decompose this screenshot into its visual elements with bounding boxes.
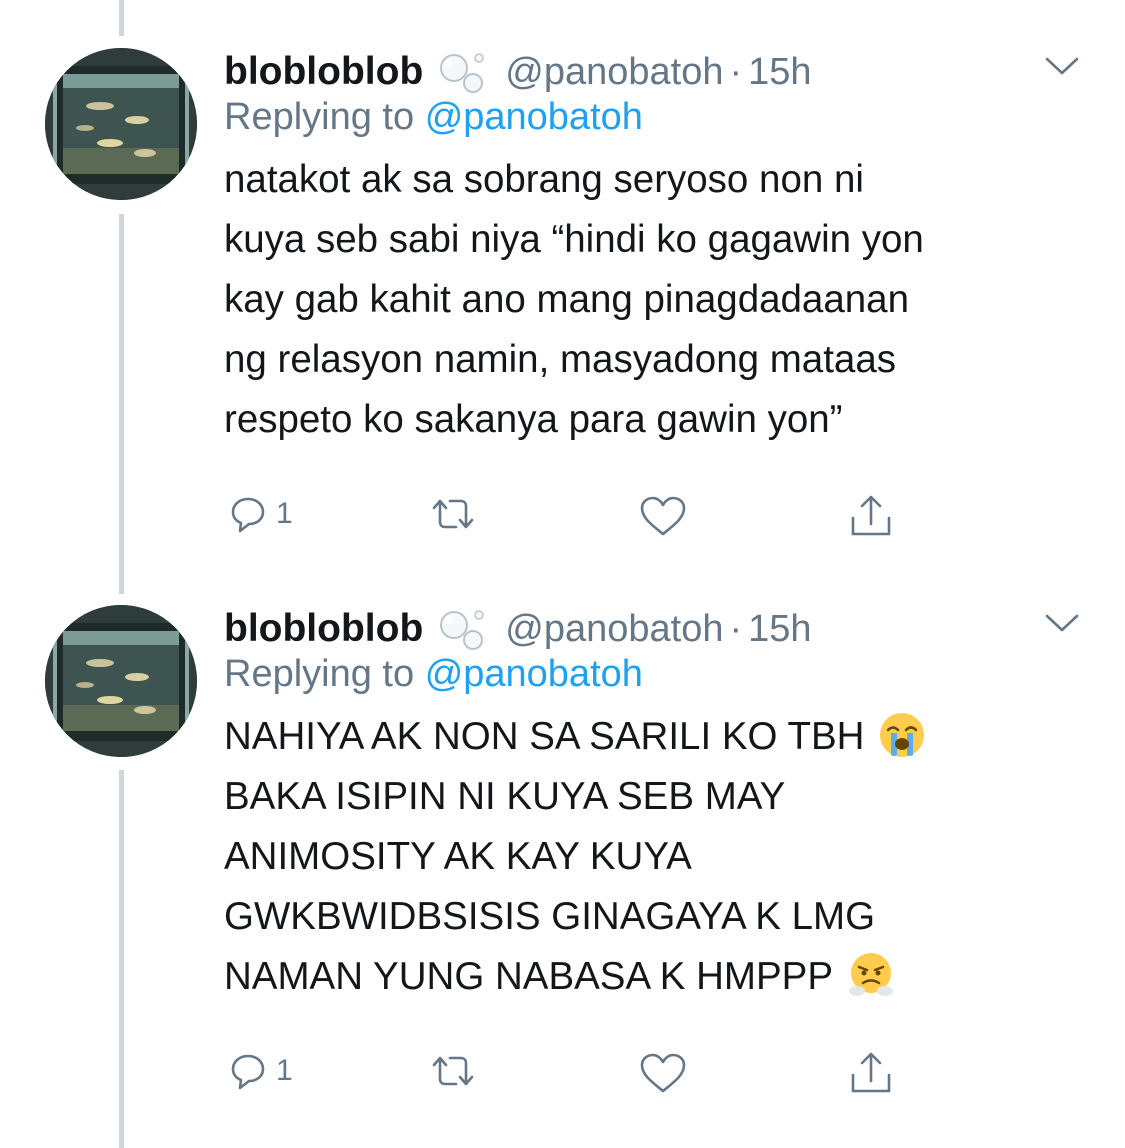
retweet-icon — [432, 1056, 474, 1086]
handle[interactable]: @panobatoh — [505, 51, 723, 94]
share-button[interactable] — [848, 494, 894, 538]
like-icon — [640, 496, 686, 536]
avatar[interactable] — [45, 605, 197, 757]
like-icon — [640, 1053, 686, 1093]
tweet-text: natakot ak sa sobrang seryoso non ni kuy… — [224, 150, 1084, 450]
timestamp[interactable]: 15h — [748, 51, 811, 94]
tweet-text: NAHIYA AK NON SA SARILI KO TBH BAKA ISIP… — [224, 707, 1084, 1007]
share-icon — [851, 1052, 891, 1093]
reply-count: 1 — [276, 497, 293, 530]
tweet-actions: 1 — [224, 1051, 924, 1101]
replying-to-label: Replying to — [224, 653, 415, 695]
bubbles-emoji — [437, 606, 487, 652]
like-button[interactable] — [638, 494, 688, 538]
separator-dot: · — [729, 607, 743, 650]
tweet-text-line: natakot ak sa sobrang seryoso non ni — [224, 158, 864, 201]
share-icon — [851, 495, 891, 536]
share-button[interactable] — [848, 1051, 894, 1095]
tweet-text-line-content: NAMAN YUNG NABASA K HMPPP — [224, 955, 834, 998]
tweet-text-line: respeto ko sakanya para gawin yon” — [224, 398, 843, 441]
bubbles-emoji — [437, 49, 487, 95]
tweet-header: blobloblob @panobatoh · 15h — [224, 42, 812, 102]
like-button[interactable] — [638, 1051, 688, 1095]
timestamp[interactable]: 15h — [748, 608, 811, 651]
tweet-text-line-content: NAHIYA AK NON SA SARILI KO TBH — [224, 715, 865, 758]
display-name[interactable]: blobloblob — [224, 607, 423, 651]
tweet-text-line: ANIMOSITY AK KAY KUYA — [224, 835, 692, 878]
face-with-steam-emoji — [847, 951, 895, 999]
tweet-text-line: kay gab kahit ano mang pinagdadaanan — [224, 278, 909, 321]
reply-button[interactable]: 1 — [228, 1051, 293, 1091]
tweet-text-line: GWKBWIDBSISIS GINAGAYA K LMG — [224, 895, 876, 938]
chevron-down-icon[interactable] — [1045, 613, 1079, 633]
tweet-text-line: NAHIYA AK NON SA SARILI KO TBH — [224, 707, 1084, 767]
reply-icon — [231, 1054, 265, 1090]
tweet[interactable]: blobloblob @panobatoh · 15h Replying to … — [0, 599, 1125, 1139]
tweet-text-line: BAKA ISIPIN NI KUYA SEB MAY — [224, 775, 786, 818]
reply-icon — [231, 497, 265, 533]
loudly-crying-face-emoji — [878, 711, 926, 759]
reply-button[interactable]: 1 — [228, 494, 293, 534]
replying-to: Replying to @panobatoh — [224, 96, 643, 139]
handle[interactable]: @panobatoh — [505, 608, 723, 651]
tweet-text-line: ng relasyon namin, masyadong mataas — [224, 338, 896, 381]
retweet-button[interactable] — [428, 1051, 478, 1091]
tweet[interactable]: blobloblob @panobatoh · 15h Replying to … — [0, 42, 1125, 562]
retweet-icon — [432, 499, 474, 529]
tweet-text-line: kuya seb sabi niya “hindi ko gagawin yon — [224, 218, 924, 261]
replying-to: Replying to @panobatoh — [224, 653, 643, 696]
tweet-text-line: NAMAN YUNG NABASA K HMPPP — [224, 947, 1084, 1007]
display-name[interactable]: blobloblob — [224, 50, 423, 94]
replying-to-mention[interactable]: @panobatoh — [425, 96, 643, 138]
avatar[interactable] — [45, 48, 197, 200]
thread-line-top — [119, 0, 124, 36]
tweet-actions: 1 — [224, 494, 924, 544]
reply-count: 1 — [276, 1054, 293, 1087]
replying-to-label: Replying to — [224, 96, 415, 138]
replying-to-mention[interactable]: @panobatoh — [425, 653, 643, 695]
tweet-header: blobloblob @panobatoh · 15h — [224, 599, 812, 659]
separator-dot: · — [729, 50, 743, 93]
retweet-button[interactable] — [428, 494, 478, 534]
chevron-down-icon[interactable] — [1045, 56, 1079, 76]
